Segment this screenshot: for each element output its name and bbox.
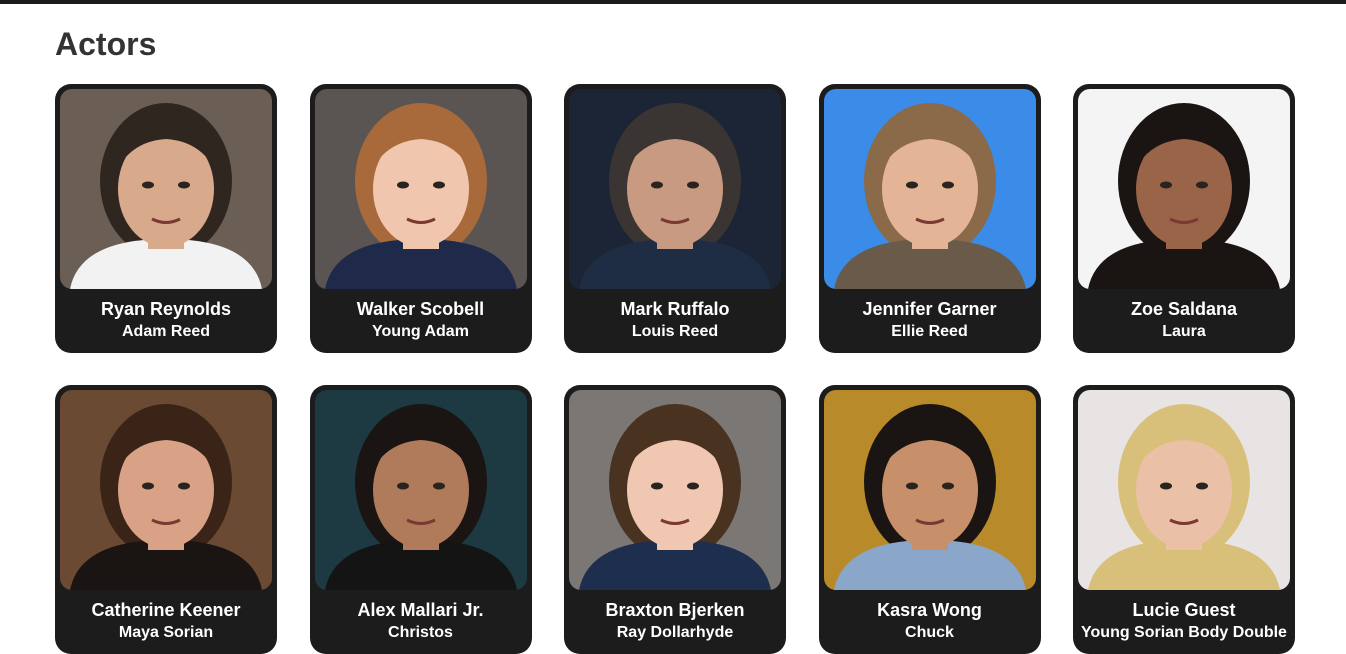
portrait-image xyxy=(569,89,781,289)
actor-name: Lucie Guest xyxy=(1132,600,1236,620)
actor-card[interactable]: Walker Scobell Young Adam xyxy=(309,84,532,353)
role-name: Louis Reed xyxy=(631,323,719,340)
role-name: Maya Sorian xyxy=(118,624,214,641)
actor-card[interactable]: Braxton Bjerken Ray Dollarhyde xyxy=(564,385,786,654)
portrait-image xyxy=(1078,89,1290,289)
actor-name: Braxton Bjerken xyxy=(605,600,745,620)
role-name: Chuck xyxy=(905,624,954,641)
role-name: Christos xyxy=(388,624,453,641)
top-bar xyxy=(0,0,1346,4)
actor-card[interactable]: Jennifer Garner Ellie Reed xyxy=(818,84,1041,353)
role-name: Ray Dollarhyde xyxy=(616,624,734,641)
actor-name: Catherine Keener xyxy=(91,600,241,620)
actor-photo xyxy=(1078,390,1290,590)
actor-photo xyxy=(823,89,1036,289)
actor-name: Mark Ruffalo xyxy=(620,299,730,319)
portrait-image xyxy=(60,89,272,289)
actor-photo xyxy=(1078,89,1290,289)
role-name: Young Sorian Body Double xyxy=(1081,624,1287,641)
actor-name: Jennifer Garner xyxy=(862,299,997,319)
actor-card[interactable]: Zoe Saldana Laura xyxy=(1073,84,1295,353)
portrait-image xyxy=(314,390,527,590)
actor-name: Zoe Saldana xyxy=(1130,299,1238,319)
actor-photo xyxy=(60,390,272,590)
portrait-image xyxy=(314,89,527,289)
actor-card[interactable]: Lucie Guest Young Sorian Body Double xyxy=(1073,385,1295,654)
actor-photo xyxy=(314,390,527,590)
actor-photo xyxy=(569,390,781,590)
role-name: Ellie Reed xyxy=(891,323,968,340)
portrait-image xyxy=(60,390,272,590)
role-name: Laura xyxy=(1162,323,1206,340)
actor-card[interactable]: Catherine Keener Maya Sorian xyxy=(55,385,277,654)
section-title: Actors xyxy=(55,26,157,62)
actor-card[interactable]: Alex Mallari Jr. Christos xyxy=(309,385,532,654)
actor-card[interactable]: Ryan Reynolds Adam Reed xyxy=(55,84,277,353)
actor-name: Kasra Wong xyxy=(877,600,982,620)
role-name: Adam Reed xyxy=(121,323,211,340)
actors-grid: Ryan Reynolds Adam Reed Walker Scobell Y… xyxy=(55,84,1295,654)
actor-photo xyxy=(314,89,527,289)
actor-name: Ryan Reynolds xyxy=(100,299,232,319)
actor-card[interactable]: Mark Ruffalo Louis Reed xyxy=(564,84,786,353)
actor-name: Walker Scobell xyxy=(356,299,485,319)
role-name: Young Adam xyxy=(372,323,469,340)
portrait-image xyxy=(569,390,781,590)
portrait-image xyxy=(823,89,1036,289)
actor-photo xyxy=(60,89,272,289)
portrait-image xyxy=(823,390,1036,590)
portrait-image xyxy=(1078,390,1290,590)
actor-photo xyxy=(823,390,1036,590)
actor-photo xyxy=(569,89,781,289)
actor-card[interactable]: Kasra Wong Chuck xyxy=(818,385,1041,654)
actor-name: Alex Mallari Jr. xyxy=(357,600,484,620)
